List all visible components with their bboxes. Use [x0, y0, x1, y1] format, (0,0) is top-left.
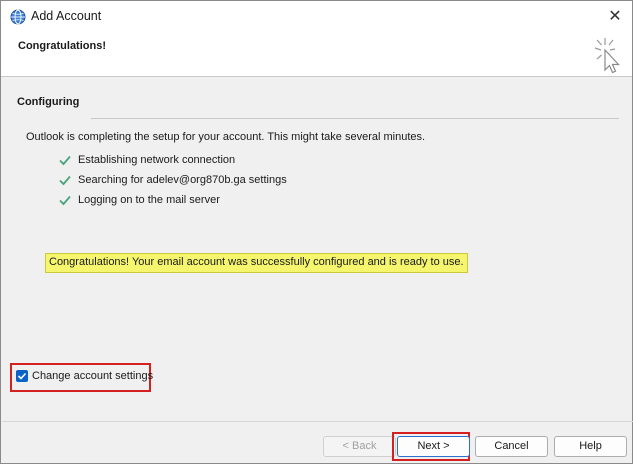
- help-button[interactable]: Help: [554, 436, 627, 457]
- close-icon: ✕: [608, 8, 622, 25]
- checkmark-icon: [59, 155, 71, 166]
- step-item: Searching for adelev@org870b.ga settings: [58, 173, 287, 187]
- step-item: Logging on to the mail server: [58, 193, 220, 207]
- cancel-button[interactable]: Cancel: [475, 436, 548, 457]
- step-label: Establishing network connection: [78, 154, 236, 166]
- footer-divider: [2, 421, 633, 422]
- step-label: Logging on to the mail server: [78, 194, 220, 206]
- section-divider: [91, 118, 619, 119]
- outlook-globe-icon: [10, 9, 26, 25]
- change-account-settings-checkbox[interactable]: Change account settings: [16, 370, 153, 382]
- title-bar: Add Account ✕: [1, 1, 632, 32]
- checkmark-icon: [59, 175, 71, 186]
- next-button[interactable]: Next >: [397, 436, 470, 457]
- window-title: Add Account: [31, 9, 102, 23]
- header-title: Congratulations!: [18, 40, 106, 52]
- header-band: Congratulations!: [1, 32, 632, 77]
- success-message: Congratulations! Your email account was …: [45, 253, 468, 273]
- intro-text: Outlook is completing the setup for your…: [26, 131, 426, 143]
- back-button[interactable]: < Back: [323, 436, 396, 457]
- checkbox-checked-icon[interactable]: [16, 370, 28, 382]
- close-button[interactable]: ✕: [604, 5, 626, 27]
- step-item: Establishing network connection: [58, 153, 235, 167]
- add-account-dialog: Add Account ✕ Congratulations! Configuri…: [0, 0, 633, 464]
- step-label: Searching for adelev@org870b.ga settings: [78, 174, 287, 186]
- checkmark-icon: [59, 195, 71, 206]
- checkbox-label: Change account settings: [32, 370, 154, 382]
- section-title: Configuring: [17, 96, 80, 108]
- cursor-click-icon: [594, 38, 620, 74]
